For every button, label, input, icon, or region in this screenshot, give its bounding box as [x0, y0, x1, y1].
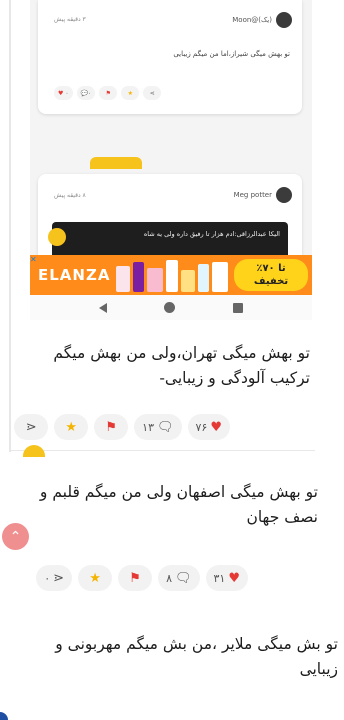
share-button[interactable]: ⋖ — [14, 414, 49, 440]
embedded-comment-actions: ♥ ۰ 💬 ۰ ⚑ ★ ⋖ — [54, 86, 162, 100]
embedded-flag-pill: ⚑ — [99, 86, 118, 100]
ad-close-icon[interactable]: ✕ — [30, 255, 37, 264]
recent-apps-icon — [233, 302, 244, 313]
comment-text: تو بهش میگی اصفهان ولی من میگم قلبم و نص… — [39, 483, 318, 526]
ad-offer-line-1: تا ۷۰٪ — [256, 263, 286, 274]
embedded-comment-time-2: ۸ دقیقه پیش — [54, 192, 86, 199]
embedded-comment-time: ۳ دقیقه پیش — [54, 16, 86, 23]
comment-attachment-image[interactable]: ۳ دقیقه پیش Moon@(یک) تو بهش میگی شیراز،… — [30, 0, 312, 320]
favorite-button[interactable]: ★ — [54, 414, 89, 440]
favorite-button[interactable]: ★ — [78, 565, 113, 591]
divider — [9, 450, 315, 451]
share-icon: ⋖ — [149, 89, 155, 97]
comments-screen: ۳ دقیقه پیش Moon@(یک) تو بهش میگی شیراز،… — [0, 0, 344, 720]
embedded-badge — [90, 157, 142, 169]
embedded-comment-username-2: Meg potter — [233, 191, 272, 199]
speech-bubble-icon: 💬 — [80, 89, 89, 97]
ad-offer-line-2: تخفیف — [253, 276, 289, 287]
heart-icon: ♥ — [228, 570, 240, 586]
share-icon: ⋖ — [53, 570, 65, 586]
heart-icon: ♥ — [58, 89, 64, 97]
comment-actions: ♥ ۷۶ 🗨 ۱۳ ⚑ ★ ⋖ — [14, 414, 230, 440]
share-icon: ⋖ — [25, 419, 37, 435]
avatar — [276, 187, 292, 203]
embedded-like-pill: ♥ ۰ — [54, 86, 73, 100]
like-count: ۷۶ — [195, 420, 208, 434]
chevron-up-icon: ⌃ — [9, 528, 22, 545]
embedded-nav-bar — [30, 295, 312, 320]
like-count: ۳۱ — [213, 571, 226, 585]
embedded-reply-count: ۰ — [88, 89, 92, 97]
embedded-quote-text: الیکا عبدالرزاقی:ادم هزار تا رفیق داره و… — [143, 230, 280, 238]
avatar — [276, 12, 292, 28]
ad-products-image — [116, 258, 228, 292]
embedded-comment-header: ۳ دقیقه پیش Moon@(یک) — [38, 8, 302, 30]
embedded-reply-pill: 💬 ۰ — [76, 86, 96, 100]
speech-bubble-icon: 🗨 — [157, 419, 174, 435]
like-button[interactable]: ♥ ۷۶ — [187, 414, 230, 440]
report-button[interactable]: ⚑ — [118, 565, 153, 591]
report-button[interactable]: ⚑ — [94, 414, 129, 440]
ad-brand: ELANZA — [38, 266, 111, 284]
comment-text: تو بهش میگی تهران،ولی من بهش میگم ترکیب … — [53, 344, 310, 387]
reply-button[interactable]: 🗨 ۱۳ — [134, 414, 182, 440]
share-button[interactable]: ⋖ ۰ — [36, 565, 73, 591]
embedded-comment-card-2: ۸ دقیقه پیش Meg potter الیکا عبدالرزاقی:… — [38, 174, 302, 266]
ad-banner[interactable]: ✕ ELANZA تا ۷۰٪ تخفیف — [30, 255, 312, 295]
embedded-star-pill: ★ — [121, 86, 140, 100]
star-icon: ★ — [127, 89, 133, 97]
yellow-dot-icon — [48, 228, 66, 246]
flag-icon: ⚑ — [105, 89, 111, 97]
reply-button[interactable]: 🗨 ۸ — [158, 565, 200, 591]
ad-offer-badge: تا ۷۰٪ تخفیف — [234, 259, 308, 291]
heart-icon: ♥ — [210, 419, 222, 435]
embedded-comment-card: ۳ دقیقه پیش Moon@(یک) تو بهش میگی شیراز،… — [38, 0, 302, 114]
share-count: ۰ — [44, 571, 51, 585]
star-icon: ★ — [65, 419, 77, 435]
back-triangle-icon — [98, 302, 107, 313]
star-icon: ★ — [89, 570, 101, 586]
speech-bubble-icon: 🗨 — [175, 570, 192, 586]
floating-action-button[interactable] — [0, 712, 8, 720]
comment-text: تو بش میگی ملایر ،من بش میگم مهربونی و ز… — [55, 635, 338, 678]
flag-icon: ⚑ — [105, 419, 117, 435]
reply-count: ۱۳ — [142, 420, 154, 434]
embedded-like-count: ۰ — [65, 89, 69, 97]
reply-count: ۸ — [166, 571, 172, 585]
comment-actions: ♥ ۳۱ 🗨 ۸ ⚑ ★ ⋖ ۰ — [36, 565, 248, 591]
home-circle-icon — [164, 302, 176, 313]
scroll-top-button[interactable]: ⌃ — [2, 523, 29, 550]
like-button[interactable]: ♥ ۳۱ — [205, 565, 248, 591]
embedded-comment-text: تو بهش میگی شیراز،اما من میگم زیبایی — [173, 50, 290, 58]
embedded-share-pill: ⋖ — [143, 86, 162, 100]
flag-icon: ⚑ — [129, 570, 141, 586]
thread-line — [9, 0, 11, 452]
embedded-comment-username: Moon@(یک) — [232, 16, 272, 24]
thread-marker — [23, 445, 45, 457]
